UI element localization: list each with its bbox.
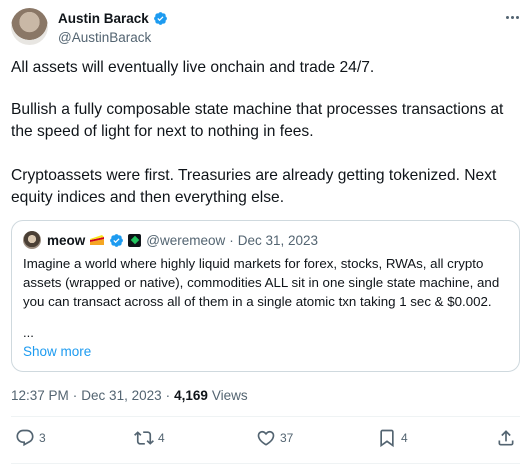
- quoted-tweet-ellipsis: ...: [23, 325, 34, 340]
- verified-icon: [110, 233, 124, 247]
- more-icon: [505, 15, 509, 19]
- verified-icon: [153, 11, 167, 25]
- quoted-author-name: meow: [47, 232, 86, 248]
- cake-emoji-icon: [90, 235, 105, 245]
- separator-dot: ·: [229, 232, 234, 248]
- like-button[interactable]: 37: [256, 428, 293, 448]
- more-icon-dot: [515, 15, 519, 19]
- bookmark-button[interactable]: 4: [377, 428, 408, 448]
- views-count: 4,169: [174, 388, 208, 403]
- share-button[interactable]: [496, 428, 516, 448]
- quoted-tweet-header: meow @weremeow · Dec 31, 2023: [23, 231, 318, 249]
- more-options-button[interactable]: [503, 8, 521, 26]
- separator-dot: ·: [72, 388, 78, 403]
- like-count: 37: [280, 431, 294, 445]
- tweet-paragraph: Bullish a fully composable state machine…: [11, 101, 504, 140]
- affiliate-badge-icon: [128, 233, 142, 247]
- more-icon-dot: [510, 15, 514, 19]
- repost-button[interactable]: 4: [134, 428, 165, 448]
- tweet-meta: 12:37 PM · Dec 31, 2023 · 4,169 Views: [11, 388, 248, 403]
- bookmark-icon: [380, 429, 394, 448]
- quoted-author-avatar: [23, 231, 41, 249]
- reply-count: 3: [39, 431, 46, 445]
- author-handle[interactable]: @AustinBarack: [58, 30, 168, 45]
- show-more-link[interactable]: Show more: [23, 344, 91, 359]
- repost-count: 4: [158, 431, 165, 445]
- reply-button[interactable]: 3: [15, 428, 46, 448]
- tweet-card: Austin Barack @AustinBarack All assets w…: [0, 0, 532, 464]
- tweet-date[interactable]: Dec 31, 2023: [81, 388, 161, 403]
- quoted-tweet-text: Imagine a world where highly liquid mark…: [23, 256, 500, 309]
- author-name[interactable]: Austin Barack: [58, 11, 149, 26]
- tweet-paragraph: All assets will eventually live onchain …: [11, 59, 375, 76]
- tweet-paragraph: Cryptoassets were first. Treasuries are …: [11, 167, 497, 206]
- separator-dot: ·: [165, 388, 171, 403]
- repost-icon: [134, 431, 154, 445]
- share-icon: [498, 430, 514, 446]
- quoted-tweet[interactable]: meow @weremeow · Dec 31, 2023 Imagine a …: [11, 220, 520, 372]
- tweet-time[interactable]: 12:37 PM: [11, 388, 69, 403]
- author-avatar[interactable]: [11, 8, 48, 45]
- like-icon: [257, 430, 275, 446]
- reply-icon: [16, 429, 34, 447]
- author-name-row: Austin Barack: [58, 9, 168, 27]
- quoted-tweet-date: Dec 31, 2023: [237, 232, 319, 248]
- views-label: Views: [211, 388, 248, 403]
- divider: [11, 416, 520, 417]
- quoted-author-handle: @weremeow: [146, 232, 226, 248]
- bookmark-count: 4: [401, 431, 408, 445]
- action-bar: 3 4 37 4: [0, 428, 532, 452]
- author-block: Austin Barack @AustinBarack: [58, 9, 168, 45]
